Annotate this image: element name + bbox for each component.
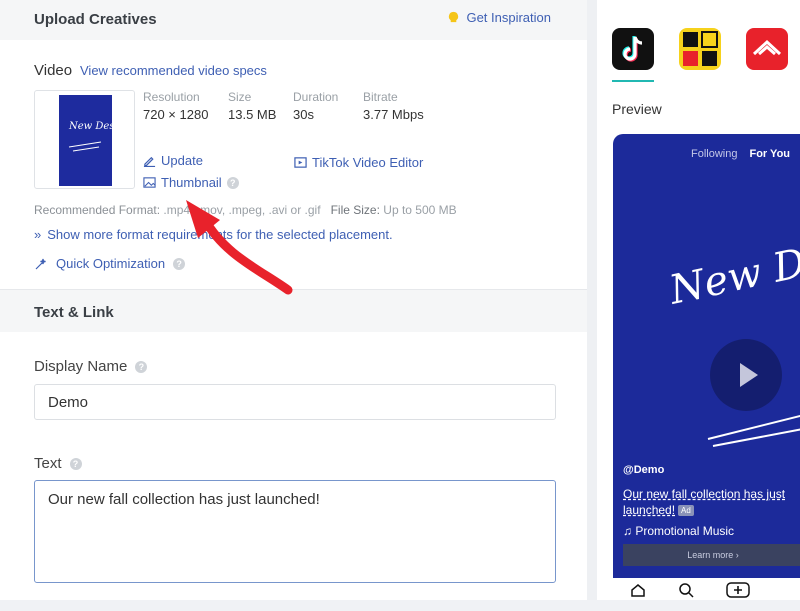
video-thumbnail-image: New Designs!: [59, 95, 112, 186]
bitrate-label: Bitrate: [363, 90, 398, 104]
video-label: Video: [34, 62, 73, 79]
learn-more-button[interactable]: Learn more ›: [623, 544, 800, 566]
home-icon[interactable]: [630, 582, 646, 598]
bitrate-value: 3.77 Mbps: [363, 107, 424, 122]
rec-format-value: .mp4, .mov, .mpeg, .avi or .gif: [163, 203, 321, 217]
size-meta: Size 13.5 MB: [228, 90, 276, 122]
play-button[interactable]: [710, 339, 782, 411]
recommended-format-text: Recommended Format: .mp4, .mov, .mpeg, .…: [34, 203, 457, 217]
ad-badge: Ad: [678, 505, 694, 517]
quick-optimization-button[interactable]: Quick Optimization ?: [34, 256, 186, 271]
topbuzz-logo-icon: [683, 31, 718, 66]
selected-app-indicator: [612, 80, 654, 82]
duration-value: 30s: [293, 107, 314, 122]
double-chevron-down-icon: »: [34, 227, 42, 242]
video-art-text: New Designs!: [665, 224, 800, 314]
preview-label: Preview: [612, 101, 662, 117]
thumbnail-help-icon[interactable]: ?: [226, 176, 239, 189]
pangle-logo-icon: [752, 39, 782, 56]
display-name-label: Display Name: [34, 358, 128, 375]
size-value: 13.5 MB: [228, 107, 277, 122]
image-icon: [143, 177, 156, 188]
create-plus-icon[interactable]: [726, 582, 750, 598]
tiktok-video-editor-button[interactable]: TikTok Video Editor: [294, 155, 423, 170]
tiktok-video-editor-label: TikTok Video Editor: [312, 155, 424, 170]
duration-label: Duration: [293, 90, 339, 104]
tiktok-logo-icon: [622, 36, 643, 62]
bottom-bar: [0, 600, 800, 611]
search-icon[interactable]: [678, 582, 694, 598]
ad-text-input[interactable]: Our new fall collection has just launche…: [34, 480, 556, 583]
topbuzz-app-icon[interactable]: [679, 28, 721, 70]
text-link-title: Text & Link: [34, 304, 114, 321]
pencil-icon: [143, 156, 156, 167]
rec-format-label: Recommended Format:: [34, 203, 161, 217]
ad-caption: Our new fall collection has just launche…: [623, 486, 800, 518]
resolution-meta: Resolution 720 × 1280: [143, 90, 208, 122]
text-help-icon[interactable]: ?: [69, 457, 82, 470]
display-name-help-icon[interactable]: ?: [135, 360, 148, 373]
thumbnail-button[interactable]: Thumbnail ?: [143, 175, 239, 190]
resolution-label: Resolution: [143, 90, 200, 104]
quick-optimization-help-icon[interactable]: ?: [173, 257, 186, 270]
feed-tabs: Following For You: [691, 148, 790, 160]
display-name-label-row: Display Name ?: [34, 358, 148, 375]
size-label: Size: [228, 90, 252, 104]
file-size-value: Up to 500 MB: [383, 203, 457, 217]
display-name-input[interactable]: [34, 384, 556, 420]
update-video-button[interactable]: Update: [143, 153, 203, 168]
bitrate-meta: Bitrate 3.77 Mbps: [363, 90, 424, 122]
file-size-label: File Size:: [330, 203, 380, 217]
thumbnail-art: New Designs!: [68, 121, 112, 152]
text-label-row: Text ?: [34, 455, 82, 472]
thumbnail-art-text: New Designs!: [68, 121, 112, 132]
get-inspiration-label: Get Inspiration: [466, 10, 551, 25]
thumbnail-label: Thumbnail: [161, 175, 222, 190]
tiktok-ad-preview: Following For You New Designs! @Demo Our …: [613, 134, 800, 604]
following-tab[interactable]: Following: [691, 148, 737, 160]
caption-text: Our new fall collection has just launche…: [623, 487, 786, 517]
video-thumbnail[interactable]: New Designs!: [34, 90, 135, 189]
for-you-tab[interactable]: For You: [749, 148, 790, 160]
ad-creative-form: Upload Creatives Get Inspiration Video V…: [0, 0, 587, 611]
duration-meta: Duration 30s: [293, 90, 338, 122]
magic-wand-icon: [35, 258, 46, 269]
quick-optimization-label: Quick Optimization: [56, 256, 166, 271]
pangle-app-icon[interactable]: [746, 28, 788, 70]
resolution-value: 720 × 1280: [143, 107, 209, 122]
tiktok-app-icon[interactable]: [612, 28, 654, 70]
account-handle: @Demo: [623, 464, 665, 476]
text-label: Text: [34, 455, 62, 472]
show-more-label: Show more format requirements for the se…: [47, 227, 393, 242]
upload-creatives-header: Upload Creatives Get Inspiration: [0, 0, 587, 40]
preview-panel: Preview Following For You New Designs! @D…: [597, 0, 800, 611]
video-editor-icon: [294, 157, 307, 168]
music-label: ♫ Promotional Music: [623, 524, 735, 538]
get-inspiration-link[interactable]: Get Inspiration: [447, 10, 551, 25]
update-label: Update: [161, 153, 203, 168]
upload-creatives-title: Upload Creatives: [34, 11, 157, 28]
show-more-format-requirements[interactable]: » Show more format requirements for the …: [34, 227, 393, 242]
lightbulb-icon: [449, 11, 459, 23]
text-link-header: Text & Link: [0, 289, 587, 332]
video-specs-link[interactable]: View recommended video specs: [80, 63, 267, 78]
